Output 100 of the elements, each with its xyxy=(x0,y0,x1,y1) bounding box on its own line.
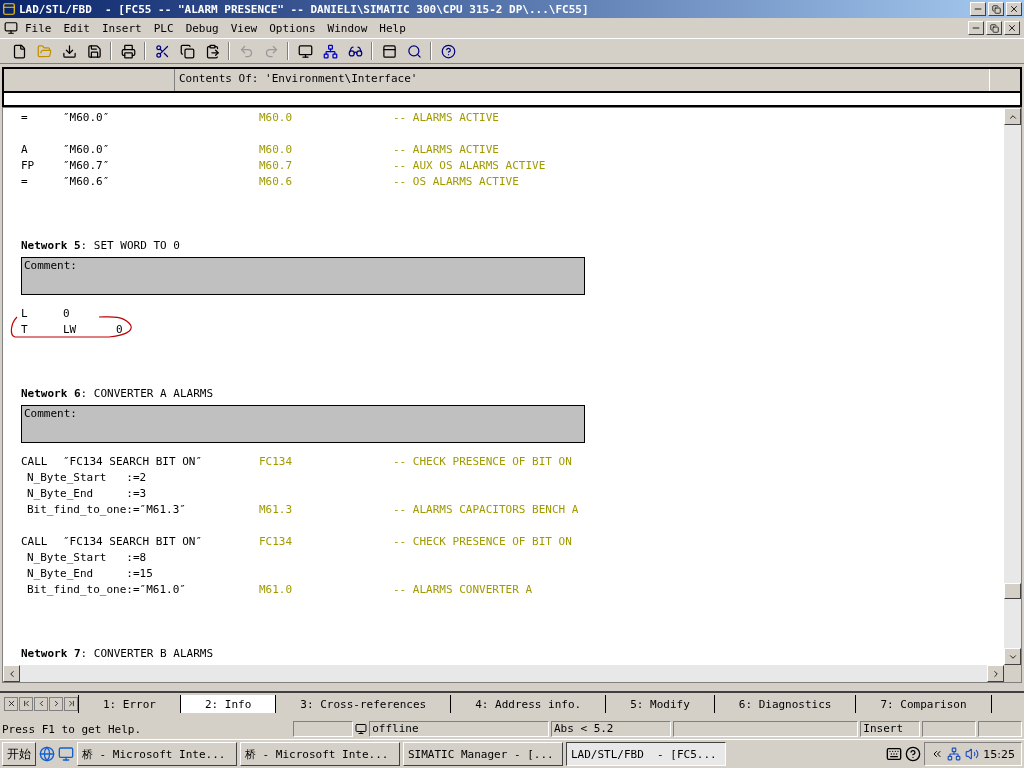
instruction: = xyxy=(21,174,29,188)
network-heading: Network 5: SET WORD TO 0 xyxy=(21,238,180,252)
menu-item[interactable]: Help xyxy=(374,21,411,35)
network-heading: Network 7: CONVERTER B ALARMS xyxy=(21,646,214,660)
instruction: T xyxy=(21,322,29,336)
minimize-button[interactable] xyxy=(968,21,984,35)
desktop-icon[interactable] xyxy=(58,746,74,762)
status-field: Abs < 5.2 xyxy=(550,721,671,737)
status-text: Press F1 to get Help. xyxy=(2,722,143,736)
menu-item[interactable]: Options xyxy=(264,21,321,35)
clock: 15:25 xyxy=(983,747,1015,761)
line-comment: -- CHECK PRESENCE OF BIT ON xyxy=(393,454,573,468)
network-icon[interactable] xyxy=(947,747,962,761)
menu-item[interactable]: Insert xyxy=(97,21,147,35)
status-field: Insert xyxy=(860,721,921,737)
comment-field[interactable]: Comment: xyxy=(21,405,585,443)
instruction: CALL xyxy=(21,454,49,468)
help-icon[interactable] xyxy=(905,746,922,762)
previous-button[interactable] xyxy=(34,697,48,711)
instruction: L xyxy=(21,306,29,320)
address: M61.0 xyxy=(259,582,294,596)
operand: ″M60.7″ xyxy=(63,158,111,172)
parameter: N_Byte_End :=3 xyxy=(26,486,148,500)
address: M61.3 xyxy=(259,502,294,516)
vertical-scrollbar[interactable] xyxy=(1004,108,1021,665)
status-field xyxy=(978,721,1022,737)
line-comment: -- CHECK PRESENCE OF BIT ON xyxy=(393,534,573,548)
line-comment: -- OS ALARMS ACTIVE xyxy=(393,174,520,188)
status-field xyxy=(293,721,354,737)
scrollbar-corner xyxy=(1004,665,1021,682)
parameter: Bit_find_to_one:=″M61.0″ xyxy=(26,582,187,596)
address: FC134 xyxy=(259,534,294,548)
operand: ″M60.0″ xyxy=(63,142,111,156)
first-button[interactable] xyxy=(19,697,33,711)
horizontal-scrollbar[interactable] xyxy=(3,665,1004,682)
menu-item[interactable]: Edit xyxy=(58,21,95,35)
line-comment: -- ALARMS CAPACITORS BENCH A xyxy=(393,502,580,516)
operand: ″FC134 SEARCH BIT ON″ xyxy=(63,534,204,548)
menu-item[interactable]: View xyxy=(225,21,263,35)
taskbar-button[interactable]: 桥 - Microsoft Inte... xyxy=(77,742,237,766)
operand: ″M60.0″ xyxy=(63,110,111,124)
window-title: LAD/STL/FBD - [FC55 -- "ALARM PRESENCE" -- DANIELI\SIMATIC 300\CPU 315-2 DP\...\FC55] xyxy=(19,2,590,16)
scroll-right-button[interactable] xyxy=(987,665,1004,682)
first-icon xyxy=(21,699,31,708)
last-button[interactable] xyxy=(64,697,78,711)
address: FC134 xyxy=(259,454,294,468)
keyboard-icon[interactable] xyxy=(886,746,903,762)
address: M60.6 xyxy=(259,174,294,188)
instruction: FP xyxy=(21,158,36,172)
restore-button[interactable] xyxy=(986,21,1002,35)
taskbar-button[interactable]: LAD/STL/FBD - [FC5... xyxy=(566,742,726,766)
instruction: CALL xyxy=(21,534,49,548)
menu-item[interactable]: File xyxy=(20,21,57,35)
instruction: = xyxy=(21,110,29,124)
restore-icon xyxy=(989,23,999,33)
scroll-left-button[interactable] xyxy=(3,665,20,682)
status-field xyxy=(922,721,977,737)
tab[interactable]: 2: Info xyxy=(180,695,277,713)
status-field: offline xyxy=(369,721,549,737)
line-comment: -- ALARMS CONVERTER A xyxy=(393,582,534,596)
restore-button[interactable] xyxy=(988,2,1004,16)
parameter: N_Byte_Start :=2 xyxy=(26,470,148,484)
last-icon xyxy=(66,699,76,708)
taskbar-button[interactable]: 桥 - Microsoft Inte... xyxy=(240,742,400,766)
minimize-button[interactable] xyxy=(970,2,986,16)
expand-icon[interactable] xyxy=(931,748,944,760)
start-button[interactable]: 开始 xyxy=(2,742,36,766)
line-comment: -- ALARMS ACTIVE xyxy=(393,142,500,156)
line-comment: -- ALARMS ACTIVE xyxy=(393,110,500,124)
operand: ″FC134 SEARCH BIT ON″ xyxy=(63,454,204,468)
taskbar-button[interactable]: SIMATIC Manager - [... xyxy=(403,742,563,766)
comment-field[interactable]: Comment: xyxy=(21,257,585,295)
app-icon xyxy=(2,2,16,16)
operand: LW 0 xyxy=(63,322,124,336)
address: M60.7 xyxy=(259,158,294,172)
scroll-up-button[interactable] xyxy=(1004,108,1021,125)
parameter: N_Byte_End :=15 xyxy=(26,566,154,580)
speaker-icon[interactable] xyxy=(965,747,980,761)
menu-item[interactable]: PLC xyxy=(148,21,179,35)
close-icon xyxy=(1009,4,1019,14)
parameter: Bit_find_to_one:=″M61.3″ xyxy=(26,502,187,516)
close-icon xyxy=(1007,23,1017,33)
instruction: A xyxy=(21,142,29,156)
address: M60.0 xyxy=(259,142,294,156)
menu-item[interactable]: Debug xyxy=(180,21,224,35)
restore-icon xyxy=(991,4,1001,14)
scroll-down-button[interactable] xyxy=(1004,648,1021,665)
parameter: N_Byte_Start :=8 xyxy=(26,550,148,564)
menu-item[interactable]: Window xyxy=(322,21,373,35)
line-comment: -- AUX OS ALARMS ACTIVE xyxy=(393,158,547,172)
scroll-thumb[interactable] xyxy=(1004,583,1021,599)
operand: ″M60.6″ xyxy=(63,174,111,188)
operand: 0 xyxy=(63,306,71,320)
monitor-icon xyxy=(355,723,368,735)
close-icon xyxy=(6,699,16,708)
globe-icon[interactable] xyxy=(39,746,55,762)
close-button[interactable] xyxy=(4,697,18,711)
next-button[interactable] xyxy=(49,697,63,711)
address: M60.0 xyxy=(259,110,294,124)
network-heading: Network 6: CONVERTER A ALARMS xyxy=(21,386,214,400)
